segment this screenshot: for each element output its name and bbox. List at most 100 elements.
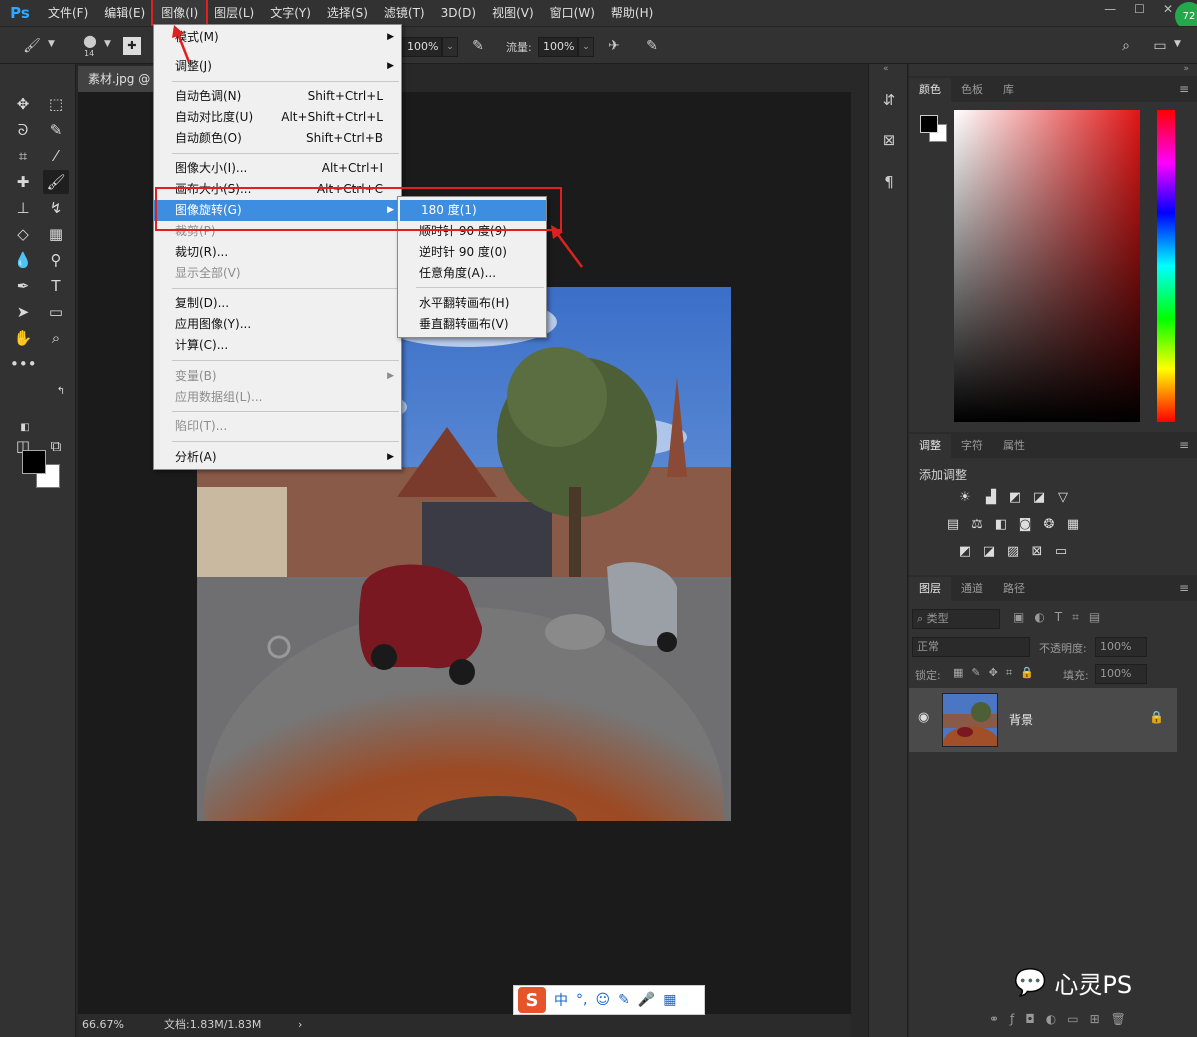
layer-filter-icons[interactable]: ▣◐T⌗▤ <box>1013 610 1110 625</box>
tab-character[interactable]: 字符 <box>951 434 993 458</box>
opacity-field[interactable]: 100% <box>402 37 442 57</box>
brush-tip-icon[interactable]: ● <box>80 31 100 51</box>
pressure-size-icon[interactable]: ✎ <box>642 36 662 56</box>
panel-menu-icon[interactable]: ≡ <box>1179 82 1189 96</box>
collapse-icon[interactable]: » <box>1183 64 1189 74</box>
menu-item-image-size[interactable]: 图像大小(I)... Alt+Ctrl+I <box>154 158 401 179</box>
menu-item-mode[interactable]: 模式(M) ▶ <box>154 27 401 48</box>
layer-row[interactable]: ◉ 背景 🔒 <box>909 688 1177 752</box>
menu-layer[interactable]: 图层(L) <box>206 0 262 26</box>
menu-item-duplicate[interactable]: 复制(D)... <box>154 293 401 314</box>
document-tab[interactable]: 素材.jpg @ <box>78 66 153 92</box>
brush-preset-icon[interactable]: 🖌 <box>22 36 42 56</box>
zoom-tool-icon[interactable]: ⌕ <box>43 326 69 350</box>
layer-name[interactable]: 背景 <box>1009 711 1033 728</box>
chevron-right-icon[interactable]: › <box>298 1014 302 1036</box>
close-icon[interactable]: ✕ <box>1163 2 1173 16</box>
swap-colors-icon[interactable]: ↰ <box>48 380 74 404</box>
tab-adjustments[interactable]: 调整 <box>909 434 951 458</box>
chevron-down-icon[interactable]: ▼ <box>48 39 55 49</box>
flow-field[interactable]: 100% <box>538 37 578 57</box>
punctuation-icon[interactable]: °, <box>576 992 587 1008</box>
panel-menu-icon[interactable]: ≡ <box>1179 581 1189 595</box>
curves-icon[interactable]: ◩ <box>1005 489 1025 507</box>
hand-tool-icon[interactable]: ✋ <box>10 326 36 350</box>
menu-item-trim[interactable]: 裁切(R)... <box>154 242 401 263</box>
menu-item-rotate-ccw-90[interactable]: 逆时针 90 度(0) <box>398 242 544 263</box>
type-tool-icon[interactable]: T <box>43 274 69 298</box>
brush-panel-icon[interactable]: ✚ <box>123 37 141 55</box>
quick-select-tool-icon[interactable]: ✎ <box>43 118 69 142</box>
maximize-icon[interactable]: ☐ <box>1134 2 1145 16</box>
history-brush-icon[interactable]: ↯ <box>43 196 69 220</box>
chevron-down-icon[interactable]: ▼ <box>104 39 111 49</box>
layer-filter-select[interactable]: ⌕ 类型 <box>912 609 1000 629</box>
menu-view[interactable]: 视图(V) <box>484 0 542 26</box>
healing-brush-icon[interactable]: ✚ <box>10 170 36 194</box>
pen-tool-icon[interactable]: ✒ <box>10 274 36 298</box>
tab-libraries[interactable]: 库 <box>993 78 1024 102</box>
collapse-icon[interactable]: « <box>883 64 889 74</box>
workspace-icon[interactable]: ▭ <box>1150 36 1170 56</box>
menu-select[interactable]: 选择(S) <box>319 0 376 26</box>
path-select-icon[interactable]: ➤ <box>10 300 36 324</box>
lock-icons[interactable]: ▦✎✥⌗🔒 <box>953 666 1042 680</box>
menu-help[interactable]: 帮助(H) <box>603 0 661 26</box>
ime-logo[interactable]: S <box>518 987 546 1013</box>
menu-image[interactable]: 图像(I) <box>151 0 209 28</box>
menu-item-adjust[interactable]: 调整(J) ▶ <box>154 56 401 77</box>
emoji-icon[interactable]: ☺ <box>595 992 610 1008</box>
brightness-icon[interactable]: ☀ <box>955 489 975 507</box>
menu-filter[interactable]: 滤镜(T) <box>376 0 433 26</box>
tab-color[interactable]: 颜色 <box>909 78 951 102</box>
blur-tool-icon[interactable]: 💧 <box>10 248 36 272</box>
menu-item-calculations[interactable]: 计算(C)... <box>154 335 401 356</box>
gradient-map-icon[interactable]: ▭ <box>1051 543 1071 561</box>
gradient-tool-icon[interactable]: ▦ <box>43 222 69 246</box>
menu-item-auto-contrast[interactable]: 自动对比度(U) Alt+Shift+Ctrl+L <box>154 107 401 128</box>
tab-channels[interactable]: 通道 <box>951 577 993 601</box>
menu-item-analysis[interactable]: 分析(A) ▶ <box>154 447 401 468</box>
paragraph-panel-icon[interactable]: ¶ <box>877 170 901 194</box>
layer-opacity-field[interactable]: 100% <box>1095 637 1147 657</box>
tab-swatches[interactable]: 色板 <box>951 78 993 102</box>
menu-type[interactable]: 文字(Y) <box>262 0 319 26</box>
channel-mixer-icon[interactable]: ❂ <box>1039 516 1059 534</box>
levels-icon[interactable]: ▟ <box>981 489 1001 507</box>
properties-panel-icon[interactable]: ⊠ <box>877 128 901 152</box>
menu-item-flip-horizontal[interactable]: 水平翻转画布(H) <box>398 293 544 314</box>
chevron-down-icon[interactable]: ▼ <box>1174 39 1181 49</box>
menu-item-flip-vertical[interactable]: 垂直翻转画布(V) <box>398 314 544 335</box>
menu-window[interactable]: 窗口(W) <box>542 0 603 26</box>
pressure-opacity-icon[interactable]: ✎ <box>468 36 488 56</box>
chevron-down-icon[interactable]: ⌄ <box>578 37 594 57</box>
color-balance-icon[interactable]: ⚖ <box>967 516 987 534</box>
color-lookup-icon[interactable]: ▦ <box>1063 516 1083 534</box>
microphone-icon[interactable]: 🎤 <box>638 992 655 1008</box>
black-white-icon[interactable]: ◧ <box>991 516 1011 534</box>
invert-icon[interactable]: ◩ <box>955 543 975 561</box>
exposure-icon[interactable]: ◪ <box>1029 489 1049 507</box>
color-picker-field[interactable] <box>954 110 1140 422</box>
eye-icon[interactable]: ◉ <box>918 710 929 725</box>
brush-tool-icon[interactable]: 🖌 <box>43 170 69 194</box>
eyedropper-tool-icon[interactable]: ⁄ <box>43 144 69 168</box>
menu-item-auto-tone[interactable]: 自动色调(N) Shift+Ctrl+L <box>154 86 401 107</box>
tab-properties[interactable]: 属性 <box>993 434 1035 458</box>
screen-mode-icon[interactable]: ⧉ <box>43 434 69 458</box>
search-icon[interactable]: ⌕ <box>1116 36 1136 56</box>
foreground-color-swatch[interactable] <box>22 450 46 474</box>
hue-saturation-icon[interactable]: ▤ <box>943 516 963 534</box>
menu-edit[interactable]: 编辑(E) <box>96 0 153 26</box>
eraser-tool-icon[interactable]: ◇ <box>10 222 36 246</box>
selective-color-icon[interactable]: ⊠ <box>1027 543 1047 561</box>
move-tool-icon[interactable]: ✥ <box>10 92 36 116</box>
menu-item-apply-image[interactable]: 应用图像(Y)... <box>154 314 401 335</box>
menu-item-arbitrary-rotation[interactable]: 任意角度(A)... <box>398 263 544 284</box>
menu-item-auto-color[interactable]: 自动颜色(O) Shift+Ctrl+B <box>154 128 401 149</box>
photo-filter-icon[interactable]: ◙ <box>1015 516 1035 534</box>
zoom-level[interactable]: 66.67% <box>82 1014 124 1036</box>
tab-paths[interactable]: 路径 <box>993 577 1035 601</box>
posterize-icon[interactable]: ◪ <box>979 543 999 561</box>
handwriting-icon[interactable]: ✎ <box>618 992 630 1008</box>
